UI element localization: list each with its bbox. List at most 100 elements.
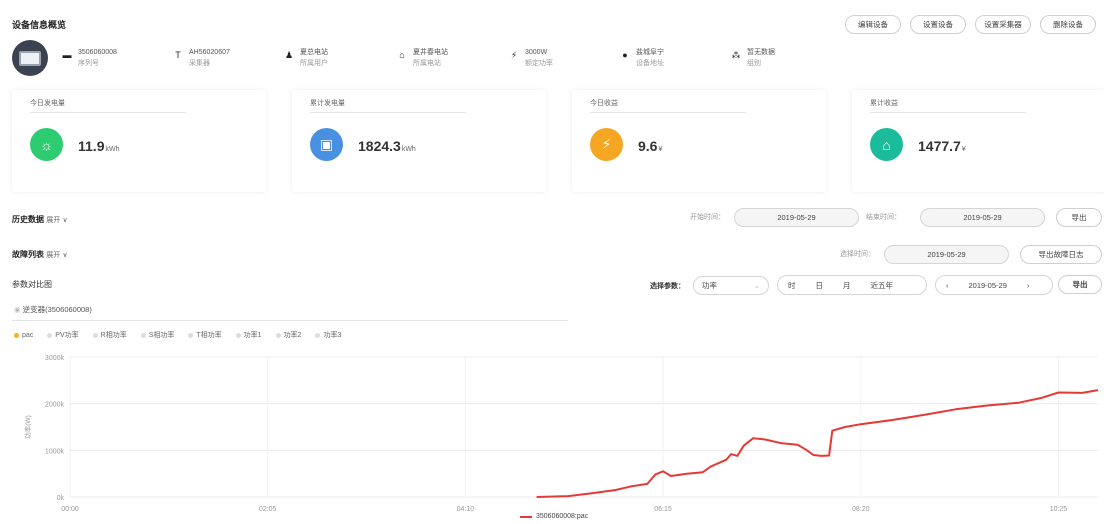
- info-serial: ▬ 3506060008 序列号: [62, 48, 117, 69]
- location-value: 盐城阜宁: [636, 49, 664, 56]
- stat-card-total-energy: 累计发电量 ▣ 1824.3kWh: [292, 90, 546, 192]
- sun-icon: ☼: [30, 128, 63, 161]
- configure-device-button[interactable]: 设置设备: [910, 15, 966, 34]
- chart-export-button[interactable]: 导出: [1058, 275, 1102, 294]
- legend-s-phase[interactable]: S相功率: [140, 330, 174, 340]
- power-chart: 0k 1000k 2000k 3000k 00:00 02:05 04:10 06:15 08:…: [23, 355, 1099, 513]
- bolt-icon: ⚡: [510, 50, 518, 60]
- info-collector: T AH56020607 采集器: [173, 48, 230, 69]
- y-tick-label: 1000k: [45, 448, 65, 455]
- legend-r-phase[interactable]: R相功率: [92, 330, 127, 340]
- start-date-input[interactable]: 2019-05-29: [734, 208, 859, 227]
- group-label: 组别: [747, 60, 761, 67]
- location-label: 设备地址: [636, 60, 664, 67]
- stat-card-today-income: 今日收益 ⚡ 9.6¥: [572, 90, 826, 192]
- chevron-down-icon: ⌄: [753, 281, 760, 290]
- collector-label: 采集器: [189, 60, 210, 67]
- compare-title: 参数对比图: [12, 280, 52, 289]
- battery-icon: ▣: [310, 128, 343, 161]
- page-title: 设备信息概览: [12, 20, 67, 30]
- stat-value: 9.6¥: [638, 138, 663, 154]
- tab-day[interactable]: 日: [806, 280, 834, 291]
- collector-icon: T: [175, 50, 181, 60]
- power-value: 3000W: [525, 49, 548, 56]
- chevron-down-icon: ∨: [62, 217, 68, 224]
- radio-icon: ◉: [14, 305, 21, 314]
- tower-icon: ⚡: [590, 128, 623, 161]
- edit-device-button[interactable]: 编辑设备: [845, 15, 901, 34]
- x-tick-label: 00:00: [61, 506, 79, 513]
- date-nav: ‹ 2019-05-29 ›: [935, 275, 1053, 295]
- collector-value: AH56020607: [189, 49, 230, 56]
- device-tab[interactable]: ◉ 逆变器(3506060008): [14, 304, 92, 315]
- end-time-label: 结束时间：: [866, 214, 901, 221]
- tab-month[interactable]: 月: [833, 280, 861, 291]
- prev-day-button[interactable]: ‹: [936, 281, 959, 290]
- inverter-icon: [19, 50, 41, 66]
- group-value: 暂无数据: [747, 49, 775, 56]
- delete-device-button[interactable]: 删除设备: [1040, 15, 1096, 34]
- y-tick-label: 2000k: [45, 402, 65, 409]
- x-tick-label: 02:05: [259, 506, 277, 513]
- period-tabs: 时 日 月 近五年: [777, 275, 927, 295]
- network-icon: ⁂: [731, 50, 741, 60]
- plant-icon: ⌂: [870, 128, 903, 161]
- x-tick-label: 08:20: [852, 506, 870, 513]
- legend-t-phase[interactable]: T相功率: [188, 330, 222, 340]
- history-export-button[interactable]: 导出: [1056, 208, 1102, 227]
- legend-pac[interactable]: pac: [14, 330, 33, 340]
- user-label: 所属用户: [300, 60, 328, 67]
- tab-hour[interactable]: 时: [778, 280, 806, 291]
- stat-label: 今日收益: [590, 100, 618, 107]
- y-axis-label: 功率(W): [23, 415, 32, 438]
- chart-date[interactable]: 2019-05-29: [959, 281, 1017, 290]
- device-avatar: [12, 40, 48, 76]
- plant-label: 所属电站: [413, 60, 441, 67]
- serial-value: 3506060008: [78, 49, 117, 56]
- plant-value: 夏井春电站: [413, 49, 448, 56]
- info-group: ⁂ 暂无数据组别: [731, 48, 776, 69]
- pac-series-line: [536, 389, 1099, 498]
- stat-label: 今日发电量: [30, 100, 65, 107]
- x-tick-label: 04:10: [457, 506, 475, 513]
- end-date-input[interactable]: 2019-05-29: [920, 208, 1045, 227]
- location-icon: ●: [622, 50, 628, 60]
- house-icon: ⌂: [399, 50, 405, 60]
- x-tick-label: 10:25: [1050, 506, 1068, 513]
- tab-five-years[interactable]: 近五年: [861, 280, 904, 291]
- user-icon: ♟: [284, 50, 294, 60]
- legend-power2[interactable]: 功率2: [275, 330, 301, 340]
- user-value: 夏总电站: [300, 49, 328, 56]
- select-param-label: 选择参数：: [650, 283, 685, 290]
- x-tick-label: 06:15: [654, 506, 672, 513]
- faults-toggle[interactable]: 故障列表 展开 ∨: [12, 249, 68, 260]
- card-icon: ▬: [62, 50, 72, 60]
- history-toggle[interactable]: 历史数据 展开 ∨: [12, 214, 68, 225]
- chevron-down-icon: ∨: [62, 252, 68, 259]
- next-day-button[interactable]: ›: [1017, 281, 1040, 290]
- stat-card-total-income: 累计收益 ⌂ 1477.7¥: [852, 90, 1104, 192]
- device-actions: 编辑设备 设置设备 设置采集器 删除设备: [845, 15, 1096, 34]
- info-location: ● 盐城阜宁设备地址: [620, 48, 664, 69]
- serial-label: 序列号: [78, 60, 99, 67]
- y-tick-label: 3000k: [45, 355, 65, 362]
- legend-pv-power[interactable]: PV功率: [47, 330, 79, 340]
- stat-card-today-energy: 今日发电量 ☼ 11.9kWh: [12, 90, 266, 192]
- info-plant: ⌂ 夏井春电站所属电站: [397, 48, 448, 69]
- start-time-label: 开始时间：: [690, 214, 725, 221]
- stat-label: 累计发电量: [310, 100, 345, 107]
- info-power: ⚡ 3000W 额定功率: [509, 48, 553, 69]
- stat-value: 11.9kWh: [78, 138, 120, 154]
- chart-legend: 3506060008:pac: [520, 513, 588, 520]
- stat-value: 1824.3kWh: [358, 138, 416, 154]
- fault-date-input[interactable]: 2019-05-29: [884, 245, 1009, 264]
- stat-value: 1477.7¥: [918, 138, 966, 154]
- export-fault-log-button[interactable]: 导出故障日志: [1020, 245, 1102, 264]
- param-select[interactable]: 功率 ⌄: [693, 276, 769, 295]
- select-time-label: 选择时间：: [840, 251, 875, 258]
- configure-collector-button[interactable]: 设置采集器: [975, 15, 1031, 34]
- y-tick-label: 0k: [57, 495, 65, 502]
- legend-power1[interactable]: 功率1: [235, 330, 262, 340]
- legend-power3[interactable]: 功率3: [315, 330, 341, 340]
- info-user: ♟ 夏总电站所属用户: [284, 48, 328, 69]
